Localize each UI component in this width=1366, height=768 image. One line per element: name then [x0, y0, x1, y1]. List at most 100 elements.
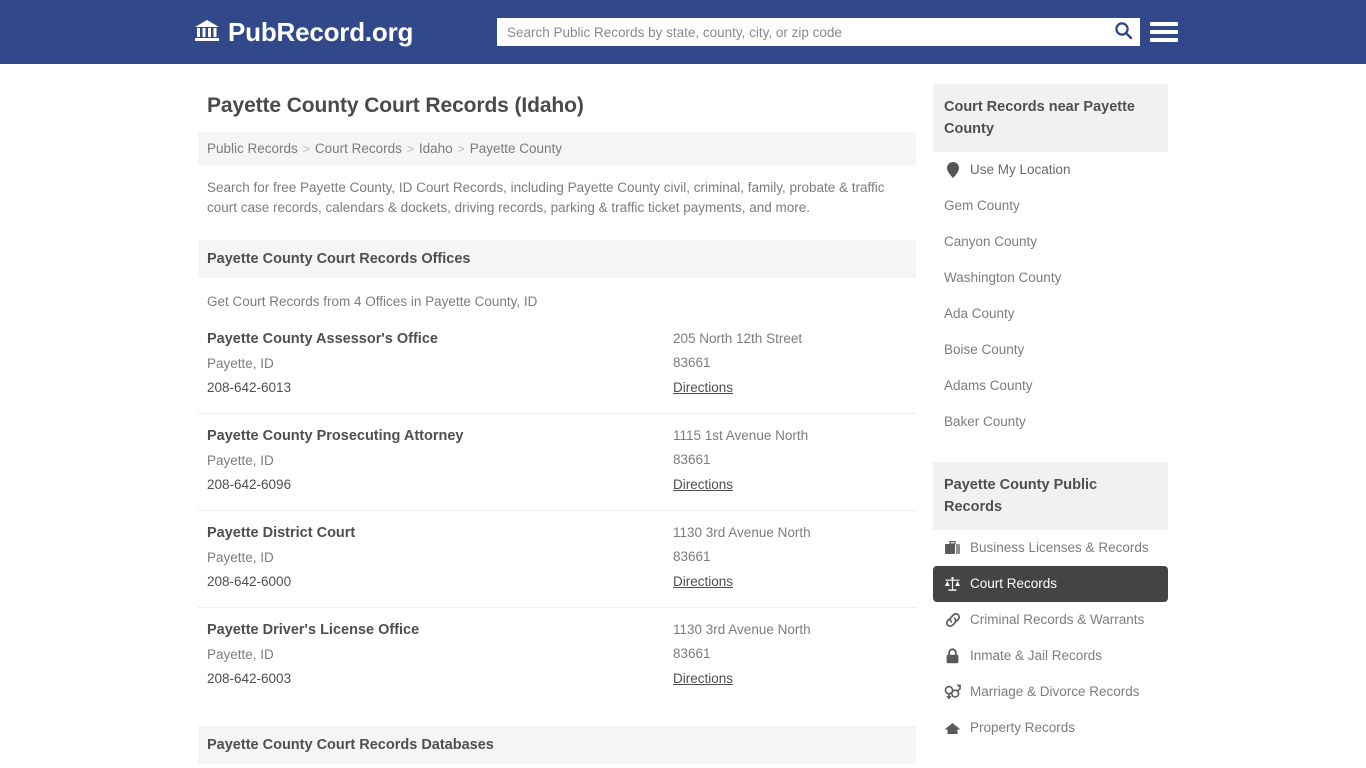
office-street-address: 1115 1st Avenue North — [673, 428, 809, 443]
sidebar-item-use-my-location[interactable]: Use My Location — [933, 152, 1168, 188]
office-phone: 208-642-6003 — [207, 671, 292, 686]
office-phone: 208-642-6000 — [207, 574, 292, 589]
office-name[interactable]: Payette County Prosecuting Attorney — [207, 428, 673, 444]
office-info: Payette Driver's License Office Payette,… — [207, 622, 673, 688]
sidebar-item-label: Washington County — [944, 270, 1062, 285]
hamburger-menu-icon-bar — [1150, 30, 1178, 34]
sidebar-item-label: Property Records — [970, 720, 1076, 735]
sidebar-item-adams-county[interactable]: Adams County — [933, 368, 1168, 404]
search-input[interactable] — [497, 18, 1106, 46]
office-zip: 83661 — [673, 452, 711, 467]
offices-list: Payette County Assessor's Office Payette… — [198, 317, 916, 704]
sidebar-item-business-licenses[interactable]: Business Licenses & Records — [933, 530, 1168, 566]
breadcrumb-item-court-records[interactable]: Court Records — [315, 141, 402, 156]
sidebar-item-baker-county[interactable]: Baker County — [933, 404, 1168, 440]
directions-link[interactable]: Directions — [673, 671, 733, 686]
sidebar-item-label: Inmate & Jail Records — [970, 648, 1103, 663]
sidebar-item-boise-county[interactable]: Boise County — [933, 332, 1168, 368]
sidebar-item-label: Baker County — [944, 414, 1026, 429]
sidebar-item-label: Use My Location — [970, 162, 1071, 177]
briefcase-icon — [944, 540, 961, 557]
office-name[interactable]: Payette District Court — [207, 525, 673, 541]
directions-link[interactable]: Directions — [673, 380, 733, 395]
office-info: Payette County Assessor's Office Payette… — [207, 331, 673, 397]
search-icon — [1114, 21, 1133, 43]
sidebar-item-marriage-divorce-records[interactable]: Marriage & Divorce Records — [933, 674, 1168, 710]
sidebar-item-label: Adams County — [944, 378, 1033, 393]
breadcrumb-separator: > — [457, 141, 465, 156]
search-bar[interactable] — [497, 18, 1140, 46]
office-street-address: 205 North 12th Street — [673, 331, 803, 346]
office-address-block: 1130 3rd Avenue North 83661 Directions — [673, 525, 907, 591]
table-row: Payette County Prosecuting Attorney Paye… — [198, 414, 916, 511]
breadcrumb: Public Records > Court Records > Idaho >… — [198, 132, 916, 165]
databases-section-heading: Payette County Court Records Databases — [198, 726, 916, 764]
gender-symbols-icon — [944, 684, 961, 701]
chain-link-icon — [944, 612, 961, 629]
sidebar-item-criminal-records[interactable]: Criminal Records & Warrants — [933, 602, 1168, 638]
sidebar-public-records-list: Business Licenses & Records Court Record… — [933, 530, 1168, 746]
sidebar-item-washington-county[interactable]: Washington County — [933, 260, 1168, 296]
page-intro-text: Search for free Payette County, ID Court… — [207, 180, 885, 215]
offices-section-heading: Payette County Court Records Offices — [198, 240, 916, 278]
office-city-state: Payette, ID — [207, 647, 274, 662]
sidebar-item-canyon-county[interactable]: Canyon County — [933, 224, 1168, 260]
sidebar-item-label: Criminal Records & Warrants — [970, 612, 1145, 627]
directions-link[interactable]: Directions — [673, 477, 733, 492]
office-name[interactable]: Payette Driver's License Office — [207, 622, 673, 638]
table-row: Payette District Court Payette, ID 208-6… — [198, 511, 916, 608]
hamburger-menu-icon-bar — [1150, 22, 1178, 26]
sidebar-item-ada-county[interactable]: Ada County — [933, 296, 1168, 332]
breadcrumb-item-idaho[interactable]: Idaho — [419, 141, 453, 156]
sidebar-item-label: Court Records — [970, 576, 1058, 591]
office-address-block: 205 North 12th Street 83661 Directions — [673, 331, 907, 397]
sidebar-nearby-heading: Court Records near Payette County — [933, 84, 1168, 152]
sidebar-item-label: Boise County — [944, 342, 1025, 357]
sidebar-item-property-records[interactable]: Property Records — [933, 710, 1168, 746]
breadcrumb-item-payette-county[interactable]: Payette County — [470, 141, 562, 156]
directions-link[interactable]: Directions — [673, 574, 733, 589]
map-pin-icon — [944, 162, 961, 179]
office-info: Payette District Court Payette, ID 208-6… — [207, 525, 673, 591]
sidebar-item-label: Marriage & Divorce Records — [970, 684, 1140, 699]
sidebar-item-court-records[interactable]: Court Records — [933, 566, 1168, 602]
offices-section-subheading: Get Court Records from 4 Offices in Paye… — [207, 294, 538, 309]
table-row: Payette County Assessor's Office Payette… — [198, 317, 916, 414]
sidebar-nearby-list: Use My Location Gem County Canyon County… — [933, 152, 1168, 440]
sidebar: Court Records near Payette County Use My… — [933, 84, 1168, 768]
office-info: Payette County Prosecuting Attorney Paye… — [207, 428, 673, 494]
office-city-state: Payette, ID — [207, 356, 274, 371]
brand-name: PubRecord.org — [228, 17, 414, 47]
sidebar-public-records-block: Payette County Public Records Business L… — [933, 462, 1168, 746]
sidebar-item-gem-county[interactable]: Gem County — [933, 188, 1168, 224]
office-zip: 83661 — [673, 549, 711, 564]
office-name[interactable]: Payette County Assessor's Office — [207, 331, 673, 347]
office-phone: 208-642-6096 — [207, 477, 292, 492]
sidebar-public-records-heading: Payette County Public Records — [933, 462, 1168, 530]
site-logo[interactable]: PubRecord.org — [194, 18, 413, 47]
page-body: Payette County Court Records (Idaho) Pub… — [0, 64, 1366, 768]
office-street-address: 1130 3rd Avenue North — [673, 622, 811, 637]
sidebar-item-label: Ada County — [944, 306, 1015, 321]
office-phone: 208-642-6013 — [207, 380, 292, 395]
breadcrumb-separator: > — [406, 141, 414, 156]
office-address-block: 1130 3rd Avenue North 83661 Directions — [673, 622, 907, 688]
main-column: Payette County Court Records (Idaho) Pub… — [198, 84, 916, 768]
search-button[interactable] — [1106, 18, 1140, 46]
sidebar-item-inmate-jail-records[interactable]: Inmate & Jail Records — [933, 638, 1168, 674]
site-header: PubRecord.org — [0, 0, 1366, 64]
hamburger-menu-icon-bar — [1150, 38, 1178, 42]
sidebar-item-label: Gem County — [944, 198, 1020, 213]
table-row: Payette Driver's License Office Payette,… — [198, 608, 916, 704]
scales-of-justice-icon — [944, 576, 961, 593]
office-city-state: Payette, ID — [207, 453, 274, 468]
page-title: Payette County Court Records (Idaho) — [207, 94, 584, 117]
bank-building-icon — [194, 18, 220, 47]
office-zip: 83661 — [673, 646, 711, 661]
breadcrumb-item-public-records[interactable]: Public Records — [207, 141, 298, 156]
sidebar-item-label: Canyon County — [944, 234, 1038, 249]
office-zip: 83661 — [673, 355, 711, 370]
hamburger-menu-button[interactable] — [1150, 18, 1178, 46]
lock-icon — [944, 648, 961, 665]
office-address-block: 1115 1st Avenue North 83661 Directions — [673, 428, 907, 494]
